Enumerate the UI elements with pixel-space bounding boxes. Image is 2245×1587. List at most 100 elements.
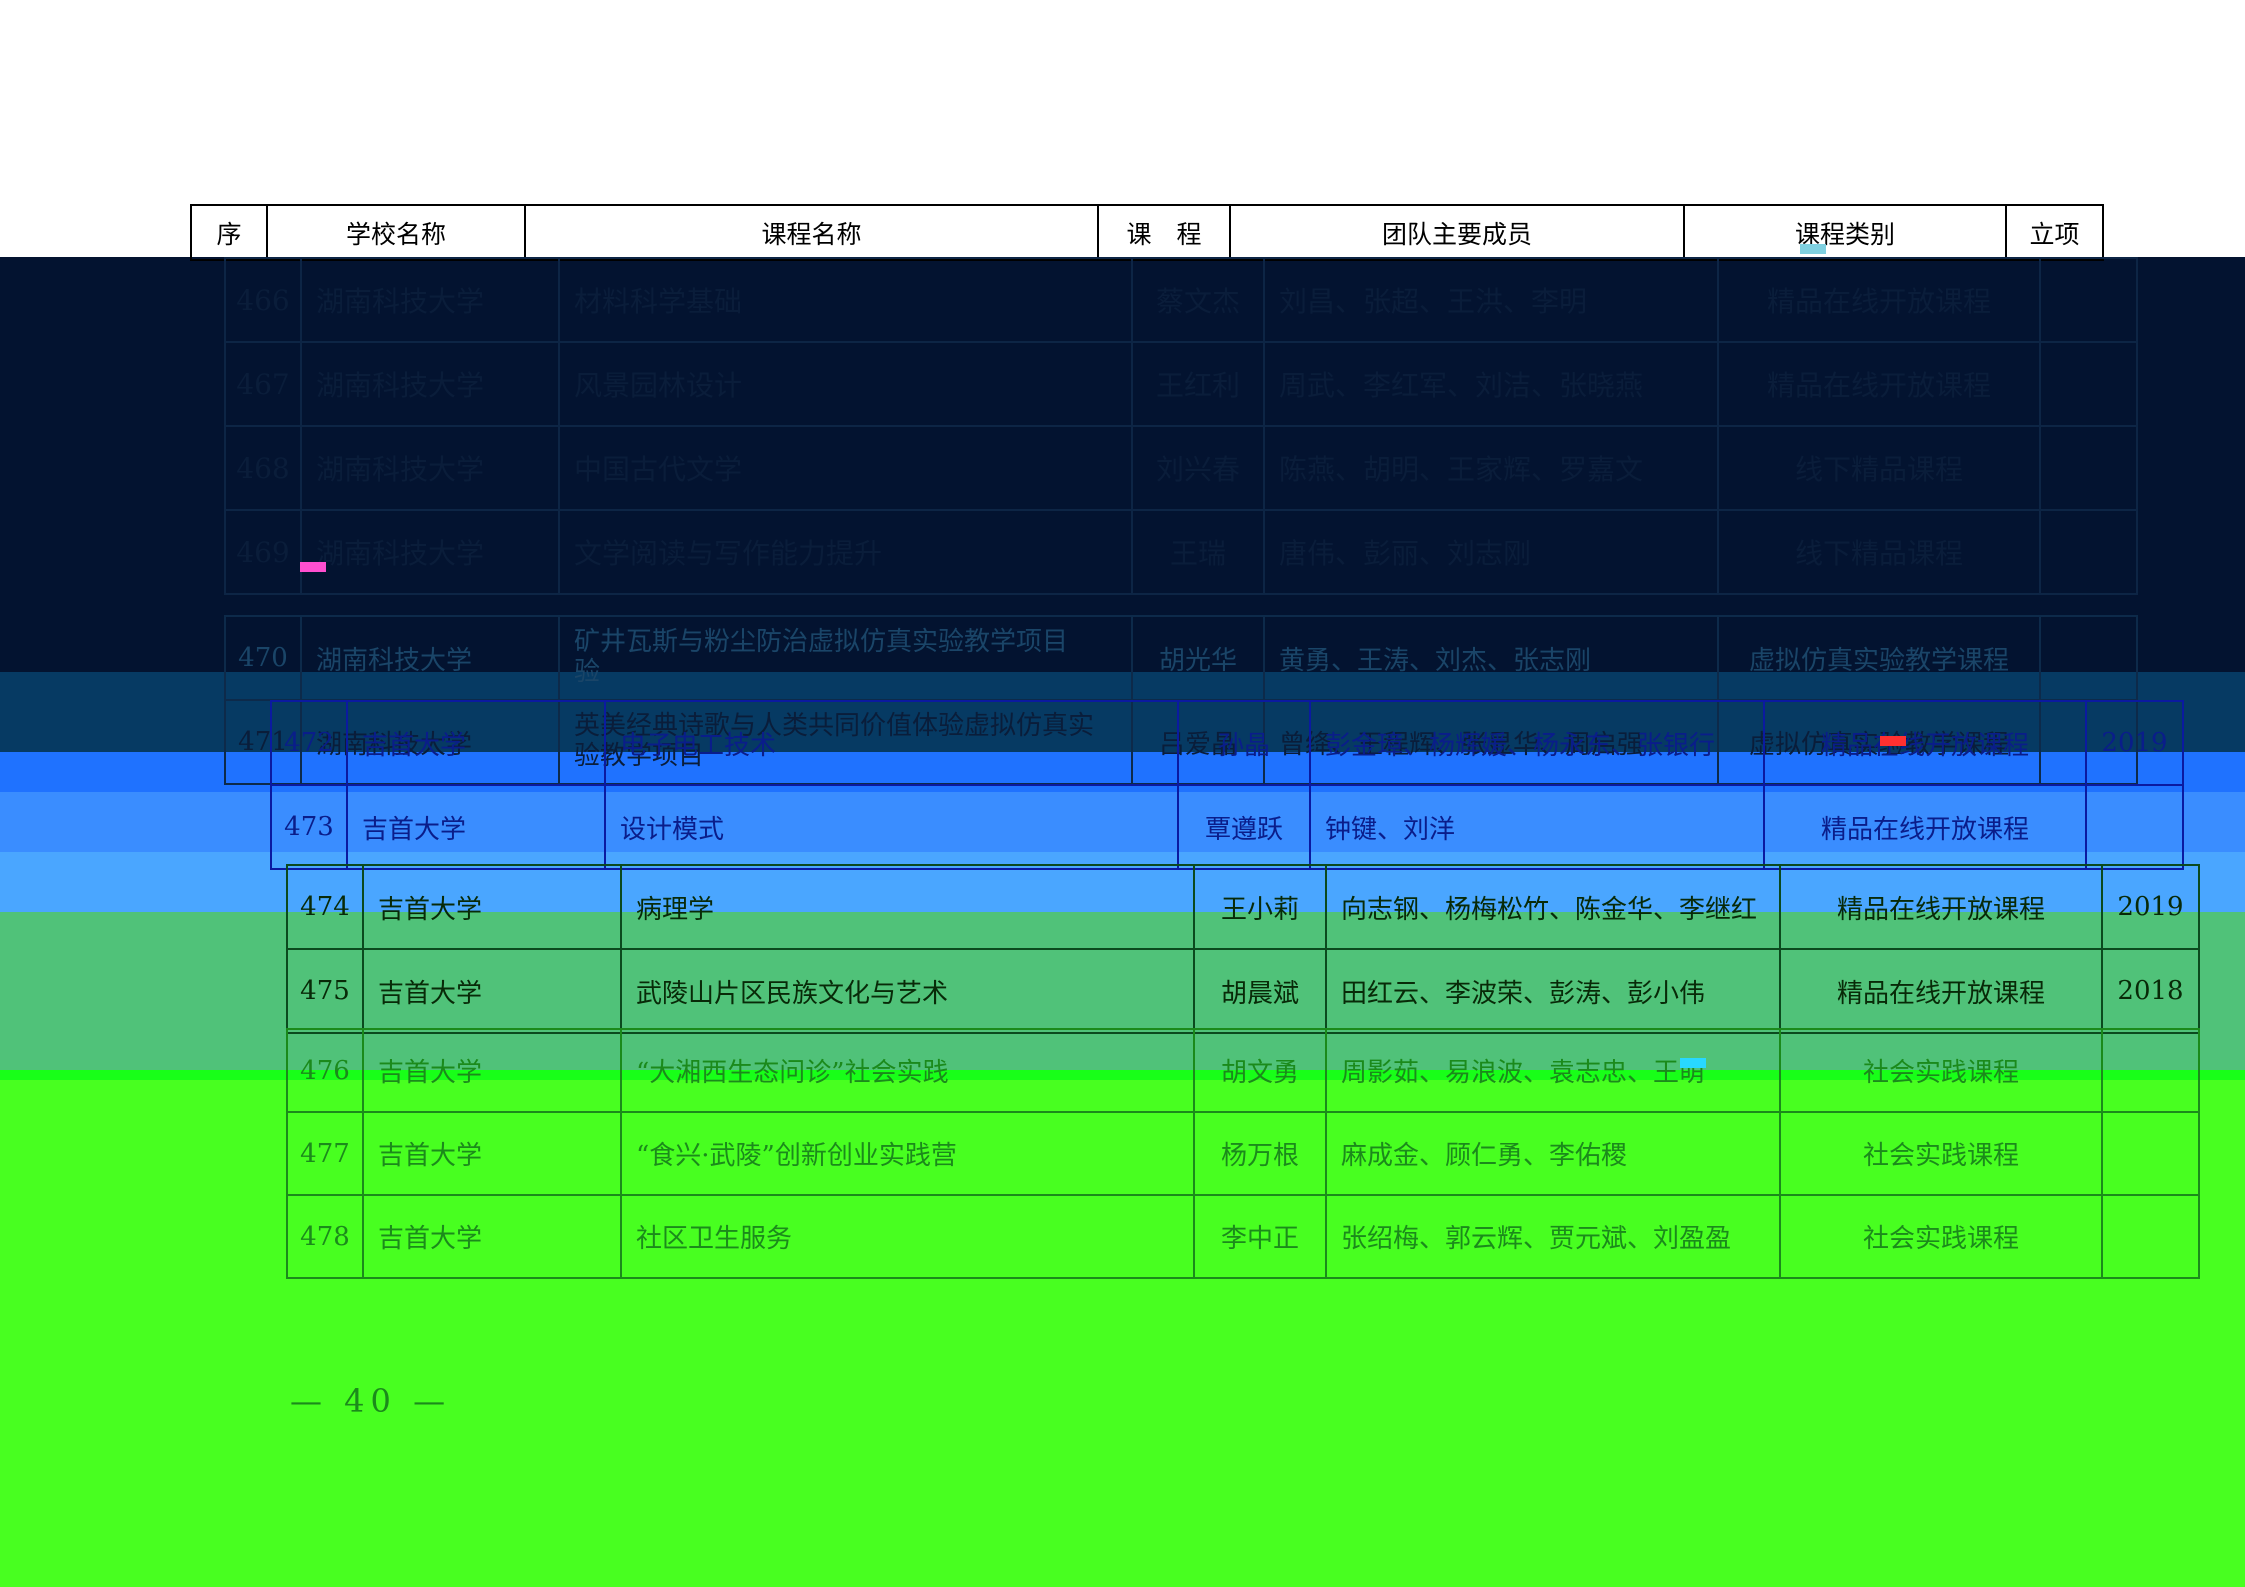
cell-team: 钟键、刘洋 xyxy=(1309,784,1765,870)
cell-no: 467 xyxy=(224,341,302,427)
cell-year: 2019 xyxy=(2085,700,2184,786)
header-no: 序 xyxy=(190,204,268,261)
cell-type: 精品在线开放课程 xyxy=(1779,864,2103,950)
cell-type: 精品在线开放课程 xyxy=(1763,784,2087,870)
page-number: — 40 — xyxy=(290,1382,452,1420)
cell-course: 风景园林设计 xyxy=(558,341,1133,427)
cell-course: 社区卫生服务 xyxy=(620,1194,1195,1279)
cell-school: 吉首大学 xyxy=(346,700,606,786)
cell-type: 精品在线开放课程 xyxy=(1717,341,2041,427)
header-team: 团队主要成员 xyxy=(1229,204,1685,261)
table-section-green: 474 吉首大学 病理学 王小莉 向志钢、杨梅松竹、陈金华、李继红 精品在线开放课程 201… xyxy=(286,864,2200,1034)
cell-team: 向志钢、杨梅松竹、陈金华、李继红 xyxy=(1325,864,1781,950)
table-row: 466 湖南科技大学 材料科学基础 蔡文杰 刘昌、张超、王洪、李明 精品在线开放课程 xyxy=(224,257,2138,343)
glitch-blob xyxy=(300,562,326,572)
table-row: 477 吉首大学 “食兴·武陵”创新创业实践营 杨万根 麻成金、顾仁勇、李佑稷 社会实践课… xyxy=(286,1111,2200,1196)
cell-no: 478 xyxy=(286,1194,364,1279)
header-type: 课程类别 xyxy=(1683,204,2007,261)
header-course: 课程名称 xyxy=(524,204,1099,261)
cell-course: 病理学 xyxy=(620,864,1195,950)
cell-team: 田红云、李波荣、彭涛、彭小伟 xyxy=(1325,948,1781,1034)
cell-course: 中国古代文学 xyxy=(558,425,1133,511)
cell-team: 陈燕、胡明、王家辉、罗嘉文 xyxy=(1263,425,1719,511)
cell-type: 精品在线开放课程 xyxy=(1763,700,2087,786)
cell-course: 文学阅读与写作能力提升 xyxy=(558,509,1133,595)
glitch-blob xyxy=(1800,244,1826,254)
cell-year xyxy=(2101,1194,2200,1279)
cell-team: 黄勇、王涛、刘杰、张志刚 xyxy=(1263,615,1719,701)
cell-no: 470 xyxy=(224,615,302,701)
glitch-blob xyxy=(1880,736,1906,746)
cell-year xyxy=(2039,425,2138,511)
cell-school: 吉首大学 xyxy=(362,1111,622,1196)
cell-lead: 李中正 xyxy=(1193,1194,1327,1279)
cell-year xyxy=(2101,1028,2200,1113)
cell-year xyxy=(2039,509,2138,595)
cell-lead: 覃遵跃 xyxy=(1177,784,1311,870)
cell-course-line: 矿井瓦斯与粉尘防治虚拟仿真实验教学项目 xyxy=(574,627,1069,658)
cell-course: 材料科学基础 xyxy=(558,257,1133,343)
cell-lead: 孙晶 xyxy=(1177,700,1311,786)
cell-type: 虚拟仿真实验教学课程 xyxy=(1717,615,2041,701)
cell-year xyxy=(2039,257,2138,343)
cell-team: 麻成金、顾仁勇、李佑稷 xyxy=(1325,1111,1781,1196)
cell-type: 社会实践课程 xyxy=(1779,1194,2103,1279)
cell-type: 精品在线开放课程 xyxy=(1717,257,2041,343)
table-row: 474 吉首大学 病理学 王小莉 向志钢、杨梅松竹、陈金华、李继红 精品在线开放课程 201… xyxy=(286,864,2200,950)
cell-no: 469 xyxy=(224,509,302,595)
table-row: 467 湖南科技大学 风景园林设计 王红利 周武、李红军、刘洁、张晓燕 精品在线开放课程 xyxy=(224,341,2138,427)
cell-lead: 胡晨斌 xyxy=(1193,948,1327,1034)
cell-type: 精品在线开放课程 xyxy=(1779,948,2103,1034)
table-row: 469 湖南科技大学 文学阅读与写作能力提升 王瑞 唐伟、彭丽、刘志刚 线下精品课程 xyxy=(224,509,2138,595)
cell-lead: 胡光华 xyxy=(1131,615,1265,701)
cell-lead: 刘兴春 xyxy=(1131,425,1265,511)
cell-course-line: 验 xyxy=(574,657,601,687)
cell-no: 475 xyxy=(286,948,364,1034)
cell-lead: 杨万根 xyxy=(1193,1111,1327,1196)
cell-team: 周影茹、易浪波、袁志忠、王萌 xyxy=(1325,1028,1781,1113)
cell-year: 2019 xyxy=(2101,864,2200,950)
cell-no: 476 xyxy=(286,1028,364,1113)
cell-lead: 王红利 xyxy=(1131,341,1265,427)
cell-school: 湖南科技大学 xyxy=(300,341,560,427)
cell-course: “大湘西生态问诊”社会实践 xyxy=(620,1028,1195,1113)
cell-type: 线下精品课程 xyxy=(1717,425,2041,511)
table-row: 470 湖南科技大学 矿井瓦斯与粉尘防治虚拟仿真实验教学项目验胡光华 黄勇、王涛、刘杰… xyxy=(224,615,2138,701)
table-section-lime: 476 吉首大学 “大湘西生态问诊”社会实践 胡文勇 周影茹、易浪波、袁志忠、王萌 社会实… xyxy=(286,1028,2200,1279)
cell-year xyxy=(2101,1111,2200,1196)
cell-school: 湖南科技大学 xyxy=(300,257,560,343)
table-row: 468 湖南科技大学 中国古代文学 刘兴春 陈燕、胡明、王家辉、罗嘉文 线下精品课程 xyxy=(224,425,2138,511)
cell-course: 矿井瓦斯与粉尘防治虚拟仿真实验教学项目验 xyxy=(558,615,1133,701)
cell-lead: 王瑞 xyxy=(1131,509,1265,595)
cell-lead: 蔡文杰 xyxy=(1131,257,1265,343)
cell-school: 湖南科技大学 xyxy=(300,425,560,511)
cell-year xyxy=(2085,784,2184,870)
cell-team: 张绍梅、郭云辉、贾元斌、刘盈盈 xyxy=(1325,1194,1781,1279)
header-lead: 课 程 xyxy=(1097,204,1231,261)
header-school: 学校名称 xyxy=(266,204,526,261)
cell-school: 湖南科技大学 xyxy=(300,615,560,701)
cell-team: 唐伟、彭丽、刘志刚 xyxy=(1263,509,1719,595)
table-row: 476 吉首大学 “大湘西生态问诊”社会实践 胡文勇 周影茹、易浪波、袁志忠、王萌 社会实… xyxy=(286,1028,2200,1113)
cell-school: 吉首大学 xyxy=(362,948,622,1034)
cell-course: “食兴·武陵”创新创业实践营 xyxy=(620,1111,1195,1196)
cell-no: 473 xyxy=(270,784,348,870)
table-row: 473 吉首大学 设计模式 覃遵跃 钟键、刘洋 精品在线开放课程 xyxy=(270,784,2184,870)
cell-year: 2018 xyxy=(2101,948,2200,1034)
cell-team: 刘昌、张超、王洪、李明 xyxy=(1263,257,1719,343)
table-row: 478 吉首大学 社区卫生服务 李中正 张绍梅、郭云辉、贾元斌、刘盈盈 社会实践课程 xyxy=(286,1194,2200,1279)
table-row: 475 吉首大学 武陵山片区民族文化与艺术 胡晨斌 田红云、李波荣、彭涛、彭小伟 精品在线… xyxy=(286,948,2200,1034)
header-year: 立项 xyxy=(2005,204,2104,261)
cell-school: 吉首大学 xyxy=(362,1028,622,1113)
cell-year xyxy=(2039,341,2138,427)
cell-type: 线下精品课程 xyxy=(1717,509,2041,595)
cell-course: 设计模式 xyxy=(604,784,1179,870)
cell-lead: 胡文勇 xyxy=(1193,1028,1327,1113)
cell-school: 吉首大学 xyxy=(362,864,622,950)
cell-type: 社会实践课程 xyxy=(1779,1111,2103,1196)
table-section-dark: 466 湖南科技大学 材料科学基础 蔡文杰 刘昌、张超、王洪、李明 精品在线开放课程 467… xyxy=(224,257,2138,595)
cell-team: 周武、李红军、刘洁、张晓燕 xyxy=(1263,341,1719,427)
glitch-blob xyxy=(1680,1058,1706,1068)
cell-no: 466 xyxy=(224,257,302,343)
cell-school: 吉首大学 xyxy=(362,1194,622,1279)
